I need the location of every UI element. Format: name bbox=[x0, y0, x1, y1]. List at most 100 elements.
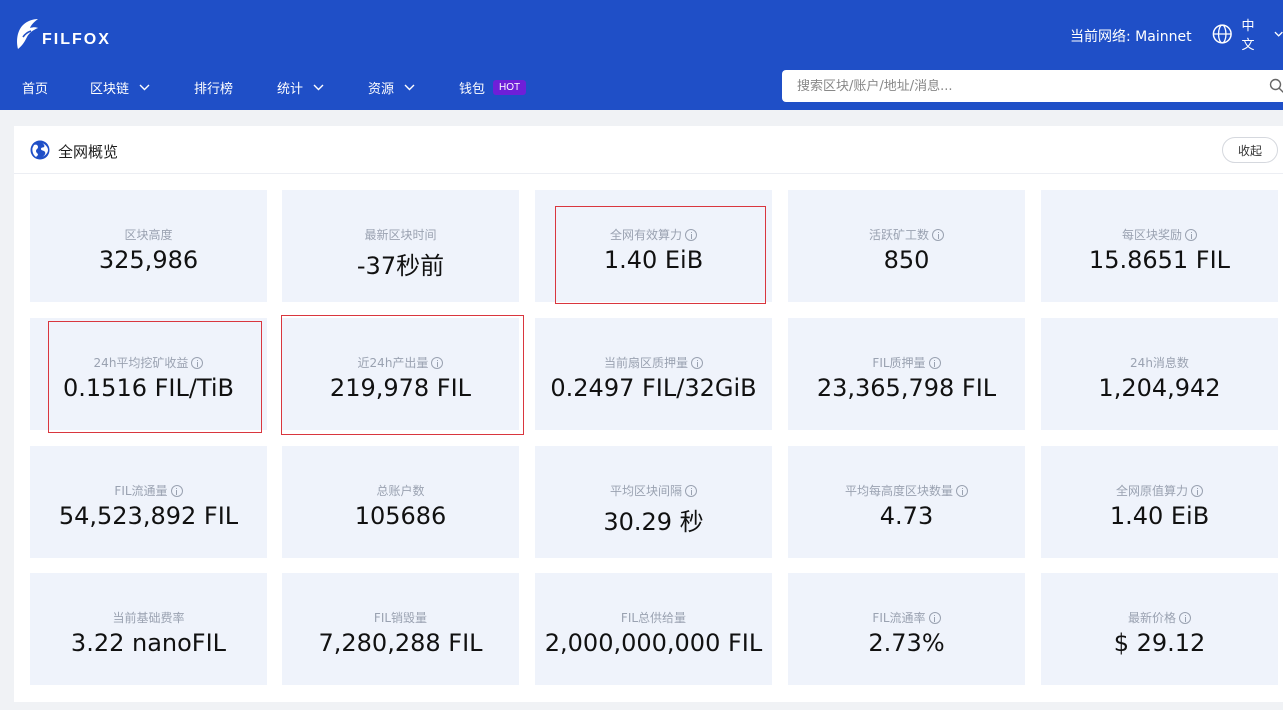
stat-label: 最新价格 bbox=[1041, 609, 1278, 626]
stat-value: 30.29 秒 bbox=[603, 508, 704, 536]
info-icon[interactable] bbox=[1191, 484, 1203, 497]
stat-card: FIL流通量 54,523,892 FIL bbox=[30, 446, 267, 558]
stat-label: FIL质押量 bbox=[788, 354, 1025, 371]
info-icon[interactable] bbox=[928, 356, 941, 369]
info-icon[interactable] bbox=[1179, 611, 1191, 624]
stat-card: 当前扇区质押量 0.2497 FIL/32GiB bbox=[535, 318, 772, 430]
info-icon[interactable] bbox=[685, 484, 697, 497]
stat-card: 活跃矿工数 850 bbox=[788, 190, 1025, 302]
nav-item-stats[interactable]: 统计 bbox=[277, 74, 324, 100]
info-icon[interactable] bbox=[956, 484, 968, 497]
fox-logo-icon bbox=[17, 19, 38, 49]
stat-card: 24h消息数 1,204,942 bbox=[1041, 318, 1278, 430]
search-bar[interactable] bbox=[782, 70, 1283, 102]
stat-card: FIL流通率 2.73% bbox=[788, 573, 1025, 685]
stat-card: FIL总供给量 2,000,000,000 FIL bbox=[535, 573, 772, 685]
stat-value: 105686 bbox=[354, 502, 447, 530]
info-icon[interactable] bbox=[928, 611, 941, 624]
stat-label-text: 活跃矿工数 bbox=[868, 228, 929, 242]
stat-card: 每区块奖励 15.8651 FIL bbox=[1041, 190, 1278, 302]
nav-item-blockchain[interactable]: 区块链 bbox=[90, 74, 150, 100]
nav-item-label: 区块链 bbox=[90, 81, 130, 97]
nav-item-label: 钱包 bbox=[459, 81, 486, 97]
stat-value: -37秒前 bbox=[356, 252, 445, 280]
stat-card: 平均每高度区块数量 4.73 bbox=[788, 446, 1025, 558]
panel-title: 全网概览 bbox=[58, 143, 119, 161]
stat-label: 全网原值算力 bbox=[1041, 482, 1278, 499]
nav-item-home[interactable]: 首页 bbox=[22, 74, 48, 100]
highlight-box bbox=[555, 206, 766, 304]
stat-label: 活跃矿工数 bbox=[788, 226, 1025, 243]
stat-value: 15.8651 FIL bbox=[1088, 246, 1231, 274]
stat-label-text: 最新区块时间 bbox=[364, 228, 437, 242]
stat-label: FIL销毁量 bbox=[282, 609, 519, 626]
stat-value: 23,365,798 FIL bbox=[816, 374, 997, 402]
stat-label-text: 总账户数 bbox=[376, 484, 425, 498]
stat-value: 54,523,892 FIL bbox=[58, 502, 239, 530]
info-icon[interactable] bbox=[691, 356, 703, 369]
stat-label: 平均每高度区块数量 bbox=[788, 482, 1025, 499]
stat-label: FIL流通量 bbox=[30, 482, 267, 499]
stat-card: 全网原值算力 1.40 EiB bbox=[1041, 446, 1278, 558]
stat-card: 总账户数 105686 bbox=[282, 446, 519, 558]
stat-card: 当前基础费率 3.22 nanoFIL bbox=[30, 573, 267, 685]
stat-value: 1,204,942 bbox=[1098, 374, 1221, 402]
stat-label: FIL流通率 bbox=[788, 609, 1025, 626]
stat-label-text: FIL流通率 bbox=[872, 611, 926, 625]
info-icon[interactable] bbox=[170, 484, 183, 497]
nav-item-ranking[interactable]: 排行榜 bbox=[194, 74, 233, 100]
highlight-box bbox=[48, 321, 262, 433]
stat-value: 2,000,000,000 FIL bbox=[544, 629, 763, 657]
stat-label: 最新区块时间 bbox=[282, 226, 519, 243]
stat-label: FIL总供给量 bbox=[535, 609, 772, 626]
nav-item-label: 首页 bbox=[22, 81, 49, 97]
stat-label-text: 当前扇区质押量 bbox=[603, 356, 688, 370]
stat-label-text: 当前基础费率 bbox=[112, 611, 185, 625]
stat-label-text: 平均区块间隔 bbox=[609, 484, 682, 498]
stat-label-text: FIL质押量 bbox=[872, 356, 926, 370]
stat-value: 0.2497 FIL/32GiB bbox=[550, 374, 757, 402]
language-selector[interactable]: 中文 bbox=[1212, 19, 1283, 53]
stat-label: 区块高度 bbox=[30, 226, 267, 243]
language-label: 中文 bbox=[1241, 19, 1255, 53]
logo-text: FILFOX bbox=[42, 31, 111, 48]
nav-item-label: 资源 bbox=[368, 81, 395, 97]
stat-label: 每区块奖励 bbox=[1041, 226, 1278, 243]
stat-label-text: FIL流通量 bbox=[114, 484, 168, 498]
stat-label-text: 平均每高度区块数量 bbox=[844, 484, 953, 498]
stat-label: 平均区块间隔 bbox=[535, 482, 772, 499]
collapse-button[interactable]: 收起 bbox=[1222, 137, 1278, 163]
stat-value: 325,986 bbox=[98, 246, 199, 274]
top-header: FILFOX 当前网络: Mainnet 中文 首页 区块链 排行榜 统计 资源 bbox=[0, 0, 1283, 110]
stat-value: 7,280,288 FIL bbox=[318, 629, 483, 657]
stat-card: 最新区块时间 -37秒前 bbox=[282, 190, 519, 302]
stat-value: 4.73 bbox=[879, 502, 934, 530]
nav-item-resources[interactable]: 资源 bbox=[368, 74, 415, 100]
nav-item-label: 排行榜 bbox=[194, 81, 234, 97]
stat-value: 3.22 nanoFIL bbox=[70, 629, 227, 657]
stat-label-text: 24h消息数 bbox=[1130, 356, 1189, 370]
stat-label: 当前基础费率 bbox=[30, 609, 267, 626]
stat-card: FIL销毁量 7,280,288 FIL bbox=[282, 573, 519, 685]
stat-card: 区块高度 325,986 bbox=[30, 190, 267, 302]
filfox-logo[interactable]: FILFOX bbox=[14, 16, 111, 52]
search-icon[interactable] bbox=[1269, 78, 1283, 94]
info-icon[interactable] bbox=[932, 228, 944, 241]
stat-card: 平均区块间隔 30.29 秒 bbox=[535, 446, 772, 558]
stat-value: 1.40 EiB bbox=[1109, 502, 1210, 530]
stat-label: 24h消息数 bbox=[1041, 354, 1278, 371]
chevron-down-icon bbox=[404, 84, 415, 90]
stat-label-text: 区块高度 bbox=[124, 228, 173, 242]
stat-label: 当前扇区质押量 bbox=[535, 354, 772, 371]
stat-card: 最新价格 $ 29.12 bbox=[1041, 573, 1278, 685]
panel-header: 全网概览 收起 bbox=[14, 126, 1283, 174]
nav-item-wallet[interactable]: 钱包 HOT bbox=[459, 74, 527, 100]
info-icon[interactable] bbox=[1185, 228, 1197, 241]
stat-label-text: FIL总供给量 bbox=[620, 611, 687, 625]
highlight-box bbox=[281, 315, 524, 435]
search-input[interactable] bbox=[797, 78, 1267, 94]
stat-value: 2.73% bbox=[868, 629, 945, 657]
chevron-down-icon bbox=[313, 84, 324, 90]
stat-label-text: FIL销毁量 bbox=[373, 611, 428, 625]
network-label: 当前网络: Mainnet bbox=[1070, 29, 1192, 45]
